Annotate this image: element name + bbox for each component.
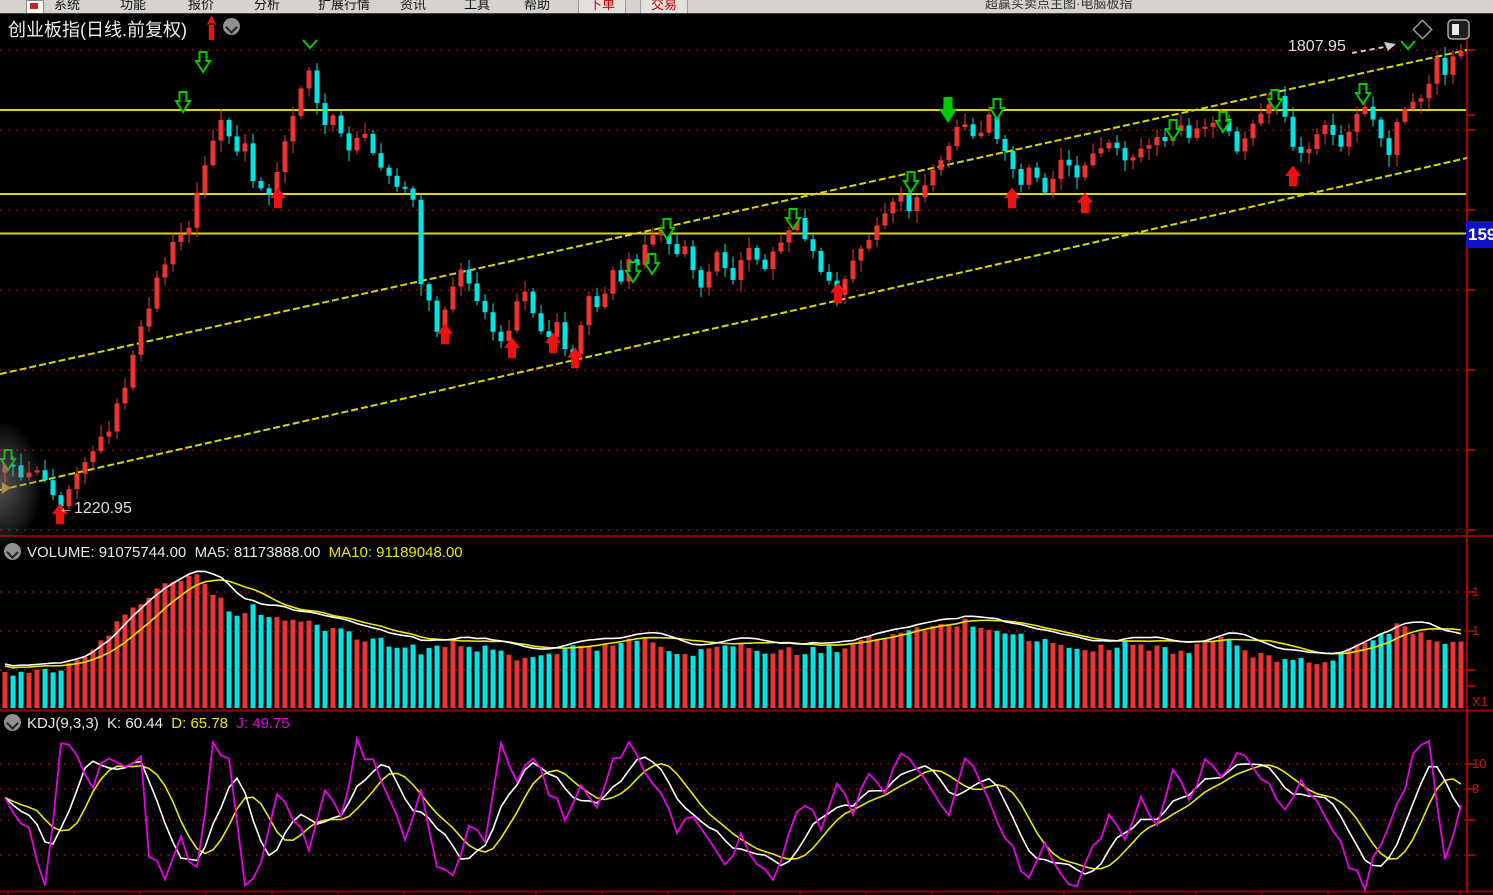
menu-bar[interactable]: 系统 功能 报价 分析 扩展行情 资讯 工具 帮助 下单 交易 超赢买卖点主图·电脑板指	[0, 0, 1493, 14]
ma10-value: 91189048.00	[376, 544, 462, 561]
chart-title: 创业板指(日线.前复权)	[8, 20, 187, 40]
menu-item-6[interactable]: 工具	[464, 0, 490, 13]
high-price-label: 1807.95	[1288, 38, 1346, 56]
sell-signal-arrow	[990, 99, 1004, 119]
ma10-label: MA10:	[329, 544, 372, 561]
j-value: 49.75	[252, 715, 290, 732]
menu-item-4[interactable]: 扩展行情	[318, 0, 370, 13]
d-label: D:	[171, 715, 186, 732]
sell-signal-arrow	[196, 52, 210, 72]
menu-item-red-1[interactable]: 交易	[640, 0, 688, 13]
volume-axis-label-1: 1	[1472, 623, 1479, 638]
menu-item-2[interactable]: 报价	[188, 0, 214, 13]
buy-signal-arrow	[504, 338, 520, 359]
kdj-name: KDJ(9,3,3)	[27, 715, 99, 732]
volume-value: 91075744.00	[99, 544, 187, 561]
sell-signal-arrow	[1356, 84, 1370, 104]
volume-multiplier-label: X1	[1472, 694, 1488, 709]
chart-canvas[interactable]	[0, 0, 1493, 895]
menu-item-1[interactable]: 功能	[120, 0, 146, 13]
sell-signal-arrow	[904, 172, 918, 192]
buy-signal-arrow	[1285, 166, 1301, 187]
menu-item-7[interactable]: 帮助	[524, 0, 550, 13]
volume-axis-label-0: 1	[1472, 584, 1479, 599]
sell-signal-arrow	[1166, 120, 1180, 140]
menu-item-5[interactable]: 资讯	[400, 0, 426, 13]
menu-item-0[interactable]: 系统	[54, 0, 80, 13]
app-icon[interactable]	[26, 0, 44, 14]
collapse-main-chart-button[interactable]	[223, 18, 240, 35]
kdj-axis-label-1: 8	[1472, 781, 1479, 796]
buy-signal-arrow	[1077, 193, 1093, 214]
sell-signal-arrow	[660, 219, 674, 239]
k-value: 60.44	[125, 715, 163, 732]
trading-app-window: 系统 功能 报价 分析 扩展行情 资讯 工具 帮助 下单 交易 超赢买卖点主图·电脑板指 创业板指…	[0, 0, 1493, 895]
d-value: 65.78	[190, 715, 228, 732]
menu-item-red-0[interactable]: 下单	[578, 0, 626, 13]
kdj-header: KDJ(9,3,3) K: 60.44 D: 65.78 J: 49.75	[27, 715, 290, 732]
window-icons	[1408, 18, 1478, 48]
menu-item-3[interactable]: 分析	[254, 0, 280, 13]
buy-signal-arrow	[270, 188, 286, 209]
panel-layout-icon-fill	[1452, 24, 1459, 35]
axis-price-label: 159	[1466, 221, 1493, 248]
collapse-kdj-button[interactable]	[4, 714, 21, 731]
buy-signal-arrow	[1004, 188, 1020, 209]
left-scroll-wedge[interactable]	[0, 424, 40, 546]
strong-sell-signal-arrow	[939, 97, 957, 123]
menu-right-title: 超赢买卖点主图·电脑板指	[985, 0, 1132, 12]
collapse-volume-button[interactable]	[4, 543, 21, 560]
k-label: K:	[107, 715, 121, 732]
ma5-value: 81173888.00	[234, 544, 320, 561]
chart-title-row: 创业板指(日线.前复权)	[8, 16, 187, 40]
volume-header: VOLUME: 91075744.00 MA5: 81173888.00 MA1…	[27, 544, 463, 561]
j-label: J:	[236, 715, 248, 732]
ma5-label: MA5:	[195, 544, 230, 561]
low-price-label: ←1220.95	[58, 500, 132, 518]
top-check-marker	[303, 40, 317, 48]
diamond-icon[interactable]	[1413, 20, 1431, 38]
volume-label: VOLUME:	[27, 544, 95, 561]
kdj-axis-label-0: 10	[1472, 756, 1486, 771]
